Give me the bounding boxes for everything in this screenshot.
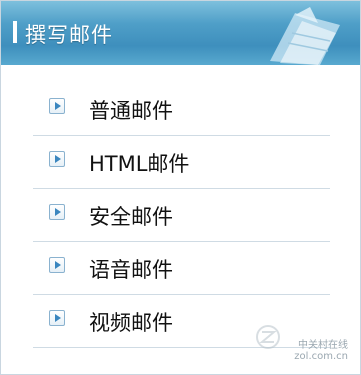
watermark-text: 中关村在线 zol.com.cn: [294, 340, 348, 362]
watermark-line1: 中关村在线: [298, 340, 348, 351]
play-arrow-icon: [49, 310, 65, 326]
menu-item-label: 安全邮件: [89, 205, 173, 229]
watermark-line2: zol.com.cn: [294, 351, 348, 362]
menu-item-label: HTML邮件: [89, 152, 190, 176]
menu-item-normal-mail[interactable]: 普通邮件: [33, 83, 330, 136]
play-arrow-icon: [49, 151, 65, 167]
menu-item-label: 普通邮件: [89, 99, 173, 123]
menu-item-label: 视频邮件: [89, 311, 173, 335]
menu-item-label: 语音邮件: [89, 258, 173, 282]
mail-type-list: 普通邮件 HTML邮件 安全邮件 语音邮件 视频邮件: [1, 83, 360, 348]
play-arrow-icon: [49, 204, 65, 220]
mail-illustration-icon: [270, 7, 340, 65]
panel-header: 撰写邮件: [1, 1, 360, 65]
menu-item-html-mail[interactable]: HTML邮件: [33, 136, 330, 189]
menu-item-secure-mail[interactable]: 安全邮件: [33, 189, 330, 242]
header-accent-bar: [13, 21, 17, 43]
play-arrow-icon: [49, 98, 65, 114]
compose-mail-panel: 撰写邮件 普通邮件 HTML邮件 安全邮件 语音邮件 视频邮件 中关村在线 zo…: [0, 0, 361, 375]
play-arrow-icon: [49, 257, 65, 273]
menu-item-voice-mail[interactable]: 语音邮件: [33, 242, 330, 295]
panel-title: 撰写邮件: [25, 23, 113, 47]
